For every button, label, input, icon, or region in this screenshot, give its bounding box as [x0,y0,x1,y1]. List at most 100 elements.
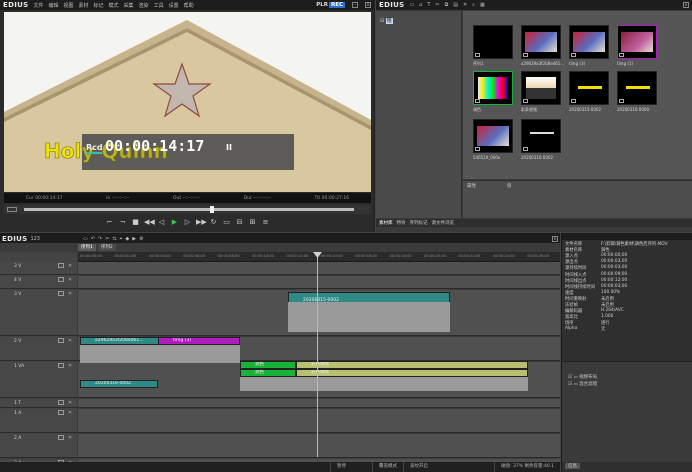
timeline-clip[interactable]: 彩条视频 [296,369,528,377]
info-row: 时间线持续时间 00:00:03;00 [565,284,690,290]
menu-tools[interactable]: 工具 [154,2,164,9]
step-back-icon[interactable]: ◁ [157,218,166,227]
menu-edit[interactable]: 编辑 [48,2,58,9]
set-in-icon[interactable]: ⌐ [105,218,114,227]
bin-clip-thumbnail[interactable] [569,25,609,59]
timeline-clip[interactable]: 彩条视频 [296,361,528,369]
copy-icon[interactable]: ⧉ [445,2,449,8]
folder-tree-root[interactable]: ⊟ 根 [380,17,393,24]
track-lane[interactable] [78,276,560,289]
info-row: 时间重映射 未启用 [565,296,690,302]
info-panel: 文件名称 F:\剪辑\调色素材\调色后序列.MOV 素材名称 调色 源入点 00:00:0… [561,233,692,472]
menu-view[interactable]: 视图 [63,2,73,9]
output-icon[interactable]: ▭ [222,218,231,227]
menu-clip[interactable]: 素材 [78,2,88,9]
fx-item-blend-label[interactable]: 混合滤镜 [579,382,597,387]
edius-workspace: EDIUS 文件 编辑 视图 素材 标记 模式 采集 渲染 工具 设置 帮助 P… [0,0,692,472]
track-lane[interactable] [78,399,560,408]
paste-icon[interactable]: ▤ [453,2,458,8]
bin-clip-thumbnail[interactable] [521,119,561,153]
minimize-icon[interactable]: – [352,2,358,8]
cut-icon[interactable]: ✂ [435,2,439,8]
slider-handle[interactable] [210,206,214,213]
loop-icon[interactable]: ↻ [209,218,218,227]
bin-clip-thumbnail[interactable] [473,119,513,153]
stop-icon[interactable]: ■ [131,218,140,227]
view-icon[interactable]: ▦ [480,2,485,8]
info-row: 编解码器 H.264/AVC [565,308,690,314]
menu-file[interactable]: 文件 [33,2,43,9]
bin-close-icon[interactable]: × [683,2,689,8]
fx-item-layout[interactable]: ☑ ▭ 视频布局 [568,374,597,380]
menu-mode[interactable]: 模式 [109,2,119,9]
timeline-clip[interactable]: 20200316-0002 [80,380,158,388]
clip-body[interactable] [240,377,528,391]
step-forward-icon[interactable]: ▷ [183,218,192,227]
menu-render[interactable]: 渲染 [139,2,149,9]
bin-clip-thumbnail[interactable] [473,25,513,59]
timeline-window: EDIUS 123 ▭ ↶ ↷ ✂ ⇆ ⌖ ◆ ▶ ⚙ × 序列1 序列2 00… [0,233,560,472]
bin-clip-thumbnail[interactable] [521,25,561,59]
delete-icon[interactable]: ✕ [463,2,467,8]
bin-clip-label: 彩条视频 [521,107,537,112]
pl-label[interactable]: PLR [316,2,328,8]
insert-icon[interactable]: ⊟ [235,218,244,227]
status-bar: 暂停 覆盖模式 波纹开启 磁盘: 37% 剩余容量:40.1 [0,462,560,472]
rewind-icon[interactable]: ◀◀ [144,218,155,227]
slider-track[interactable] [24,208,354,211]
track-lane[interactable] [78,262,560,275]
tc-in: In --:--:--:-- [106,196,129,201]
tab-effects[interactable]: 特效 [397,220,406,226]
info-key: 时间线出点 [565,278,587,284]
info-row: Alpha 无 [565,326,690,332]
bin-clip-thumbnail[interactable] [521,71,561,105]
fx-item-layout-label[interactable]: 视频布局 [579,375,597,380]
rec-label[interactable]: REC [328,2,345,8]
bin-clip-thumbnail[interactable] [617,25,657,59]
menu-marker[interactable]: 标记 [94,2,104,9]
playhead-marker-icon[interactable] [313,252,322,258]
timeline-clip[interactable]: timg (3) [158,337,240,345]
bin-clip-thumbnail[interactable] [473,71,513,105]
close-icon[interactable]: × [365,2,371,8]
text-tool-icon[interactable]: T [427,2,430,8]
tab-info[interactable]: 信息 [565,463,580,469]
track-lane[interactable] [78,409,560,433]
fx-item-blend[interactable]: ☑ ▭ 混合滤镜 [568,381,597,387]
tree-root-label[interactable]: 根 [385,18,393,24]
position-slider[interactable] [4,205,371,214]
track-lane[interactable] [78,434,560,458]
set-out-icon[interactable]: ¬ [118,218,127,227]
tc-dur-value: --:--:--:-- [253,195,271,201]
status-ripple: 波纹开启 [403,462,434,472]
search-icon[interactable]: ⌕ [472,2,475,8]
menu-settings[interactable]: 设置 [169,2,179,9]
info-value: 逐行 [601,321,610,327]
menu-capture[interactable]: 采集 [124,2,134,9]
play-icon[interactable]: ▶ [170,218,179,227]
info-value: 100.00% [601,289,621,295]
timeline-clip[interactable]: a29629a3f208ed61... [80,337,160,345]
tab-markers[interactable]: 序列标记 [410,220,428,226]
tc-dur: Dur --:--:--:-- [244,196,271,201]
shuttle-icon[interactable] [7,207,17,212]
menu-help[interactable]: 帮助 [184,2,194,9]
tab-bin[interactable]: 素材库 [379,220,393,226]
fast-forward-icon[interactable]: ▶▶ [196,218,207,227]
bin-clip-thumbnail[interactable] [569,71,609,105]
tc-cur-label: Cur [25,195,34,201]
menu-icon[interactable]: ≡ [261,218,270,227]
playhead-line[interactable] [317,252,318,457]
tc-out-value: --:--:--:-- [182,195,201,201]
timeline-clip[interactable]: 调色 [240,361,296,369]
clip-body[interactable] [288,302,450,332]
tab-source-browser[interactable]: 源文件浏览 [432,220,455,226]
clip-body[interactable] [80,345,240,363]
bin-clip-thumbnail[interactable] [617,71,657,105]
open-icon[interactable]: ⌂ [419,2,422,8]
timeline-clip[interactable]: 调色 [240,369,296,377]
folder-icon[interactable]: ▭ [409,2,414,8]
info-key: 宽高比 [565,315,578,321]
overwrite-icon[interactable]: ⊞ [248,218,257,227]
player-recorder-switch[interactable]: PLR REC [316,2,345,8]
